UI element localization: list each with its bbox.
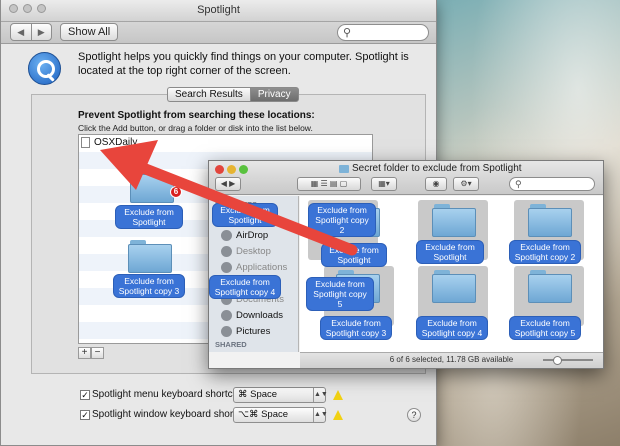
help-button[interactable]: ? [407, 408, 421, 422]
arrange-button[interactable]: ▦▾ [371, 177, 397, 191]
window-shortcut-label: Spotlight window keyboard shortcut: [92, 409, 253, 420]
close-button[interactable] [215, 165, 224, 174]
tab-bar: Search Results Privacy [167, 87, 299, 102]
view-mode-control[interactable]: ▦ ☰ ▤ ▢ [297, 177, 361, 191]
back-forward-control: ◀ ▶ [10, 23, 52, 41]
folder-icon [528, 270, 572, 303]
dragged-folder-label: Exclude from Spotlight copy 3 [113, 274, 185, 298]
spotlight-icon [28, 52, 61, 85]
quick-look-button[interactable]: ◉ [425, 177, 447, 191]
folder-icon [81, 137, 90, 148]
tab-privacy[interactable]: Privacy [249, 87, 299, 102]
folder-label: Exclude from Spotlight copy 2 [308, 203, 376, 237]
spotlight-description: Spotlight helps you quickly find things … [78, 51, 409, 77]
sidebar-item-label: AirDrop [236, 230, 269, 241]
status-text: 6 of 6 selected, 11.78 GB available [389, 355, 514, 364]
drag-count-badge: 6 [170, 186, 182, 198]
sidebar-item-label: Applications [236, 262, 288, 273]
search-icon: ⚲ [343, 27, 352, 39]
folder-label: Exclude from Spotlight copy 5 [306, 277, 374, 311]
remove-button[interactable]: − [91, 347, 104, 359]
list-item[interactable]: OSXDaily [81, 137, 137, 148]
desktop-icon [221, 246, 232, 257]
prevent-heading: Prevent Spotlight from searching these l… [78, 110, 315, 121]
finder-title-text: Secret folder to exclude from Spotlight [352, 163, 522, 174]
toolbar: ◀ ▶ Show All ⚲ [1, 22, 436, 44]
minimize-button[interactable] [227, 165, 236, 174]
action-gear-icon[interactable]: ⚙▾ [453, 177, 479, 191]
window-shortcut-value: ⌥⌘ Space [238, 409, 289, 420]
folder-label: Exclude from Spotlight [321, 243, 387, 267]
window-shortcut-checkbox[interactable]: ✓ [80, 409, 90, 420]
finder-status-bar: 6 of 6 selected, 11.78 GB available [300, 352, 603, 368]
menu-shortcut-row: ✓ Spotlight menu keyboard shortcut: [80, 389, 244, 400]
folder-label: Exclude from Spotlight copy 3 [320, 316, 392, 340]
dragged-folder-label: Exclude from Spotlight copy 4 [209, 275, 281, 299]
dragged-folder-label: Exclude from Spotlight [212, 203, 278, 227]
window-shortcut-row: ✓ Spotlight window keyboard shortcut: [80, 409, 252, 420]
warning-icon [333, 410, 343, 420]
folder-label: Exclude from Spotlight copy 4 [416, 316, 488, 340]
menu-shortcut-value: ⌘ Space [238, 389, 278, 400]
dragged-folder-icon [128, 240, 172, 273]
dragged-folder-label: Exclude from Spotlight [115, 205, 183, 229]
sidebar-item-applications[interactable]: Applications [221, 262, 287, 273]
downloads-icon [221, 310, 232, 321]
sidebar-item-desktop[interactable]: Desktop [221, 246, 271, 257]
dragged-folder-icon [130, 170, 174, 203]
menu-shortcut-checkbox[interactable]: ✓ [80, 389, 90, 400]
sidebar-item-pictures[interactable]: Pictures [221, 326, 270, 337]
folder-icon [339, 164, 349, 173]
window-title: Spotlight [197, 4, 240, 16]
zoom-button[interactable] [239, 165, 248, 174]
warning-icon [333, 390, 343, 400]
folder-label: Exclude from Spotlight copy 2 [509, 240, 581, 264]
sidebar-item-airdrop[interactable]: AirDrop [221, 230, 268, 241]
forward-arrow-icon[interactable]: ▶ [32, 24, 52, 40]
folder-icon [528, 204, 572, 237]
applications-icon [221, 262, 232, 273]
tab-search-results[interactable]: Search Results [167, 87, 250, 102]
sidebar-item-downloads[interactable]: Downloads [221, 310, 283, 321]
airdrop-icon [221, 230, 232, 241]
folder-icon [432, 270, 476, 303]
back-arrow-icon[interactable]: ◀ [11, 24, 32, 40]
add-remove-control: + − [78, 347, 104, 359]
finder-search-field[interactable]: ⚲ [509, 177, 595, 191]
sidebar-item-label: Downloads [236, 310, 283, 321]
folder-icon [432, 204, 476, 237]
prevent-hint: Click the Add button, or drag a folder o… [78, 123, 313, 133]
popup-arrows-icon: ▲▼ [313, 388, 328, 402]
icon-size-slider[interactable] [543, 356, 593, 365]
finder-titlebar: Secret folder to exclude from Spotlight … [209, 161, 603, 195]
menu-shortcut-label: Spotlight menu keyboard shortcut: [92, 389, 244, 400]
show-all-button[interactable]: Show All [60, 23, 119, 41]
popup-arrows-icon: ▲▼ [313, 408, 328, 422]
sidebar-item-label: Desktop [236, 246, 271, 257]
sidebar-heading-shared: SHARED [215, 340, 247, 349]
pictures-icon [221, 326, 232, 337]
menu-shortcut-popup[interactable]: ⌘ Space ▲▼ [233, 387, 328, 403]
list-item-label: OSXDaily [94, 137, 138, 148]
add-button[interactable]: + [78, 347, 91, 359]
folder-label: Exclude from Spotlight [416, 240, 484, 264]
window-titlebar: Spotlight [1, 0, 436, 22]
sidebar-item-label: Pictures [236, 326, 271, 337]
folder-label: Exclude from Spotlight copy 5 [509, 316, 581, 340]
window-shortcut-popup[interactable]: ⌥⌘ Space ▲▼ [233, 407, 328, 423]
finder-title: Secret folder to exclude from Spotlight [339, 163, 522, 174]
back-forward-control[interactable]: ◀ ▶ [215, 177, 241, 191]
search-field[interactable]: ⚲ [337, 24, 429, 41]
